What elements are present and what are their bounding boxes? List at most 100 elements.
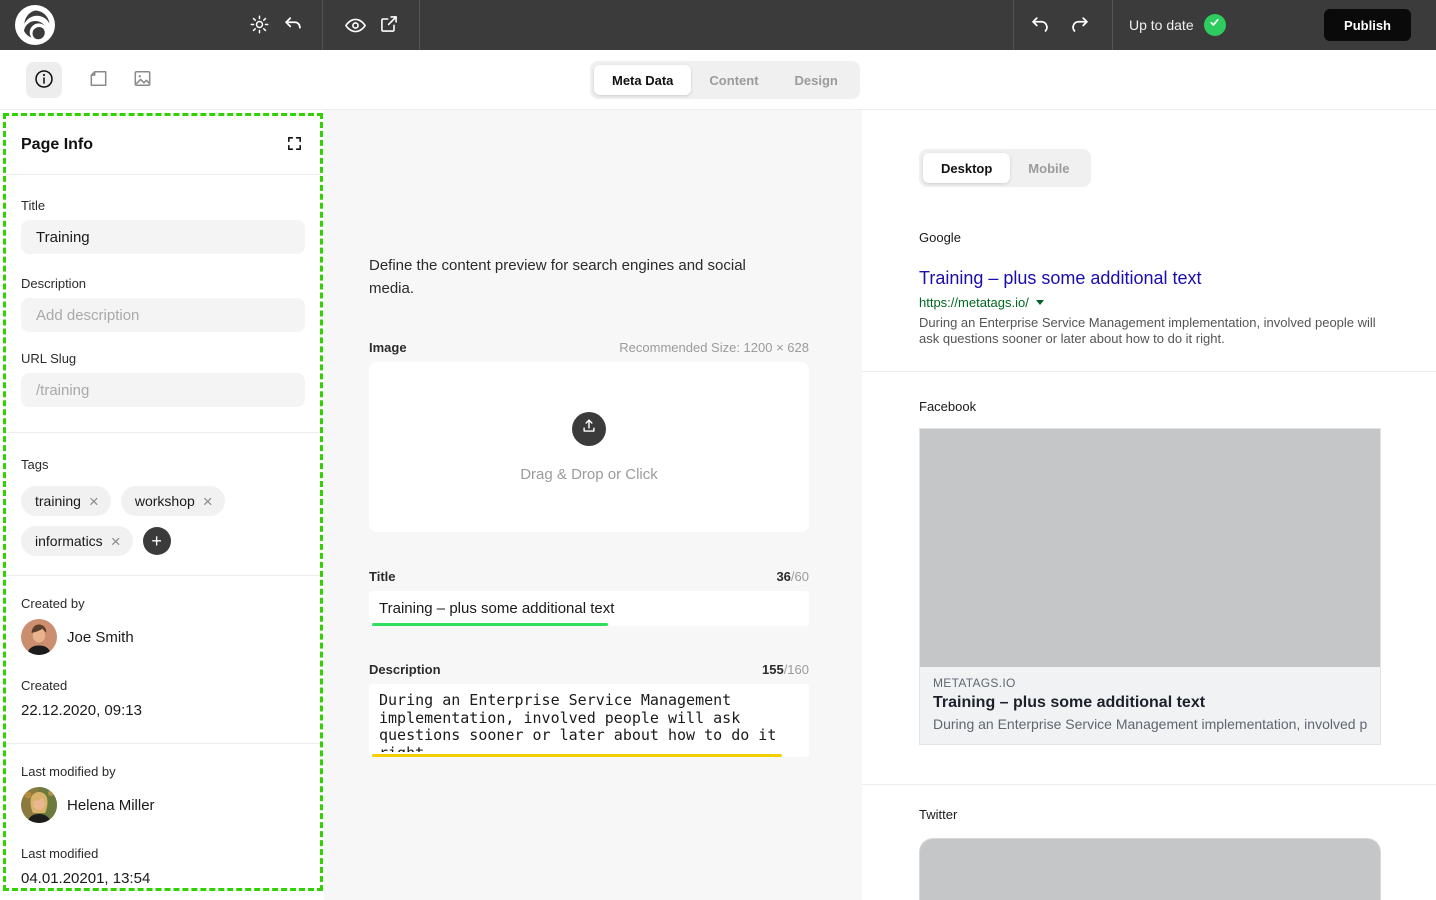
facebook-description: During an Enterprise Service Management …: [933, 716, 1367, 732]
remove-tag-icon[interactable]: ×: [203, 493, 213, 510]
divider: [6, 432, 320, 433]
title-char-count: 36: [776, 569, 790, 584]
created-date: 22.12.2020, 09:13: [21, 702, 305, 719]
preview-column: Desktop Mobile Google Training – plus so…: [862, 110, 1436, 900]
topbar-divider: [322, 0, 323, 50]
upload-button[interactable]: [572, 412, 606, 446]
divider: [862, 784, 1436, 785]
open-live-button[interactable]: [379, 14, 399, 37]
description-field-label: Description: [21, 276, 305, 291]
url-slug-input[interactable]: [21, 373, 305, 407]
redo-button[interactable]: [1069, 14, 1091, 39]
redo-icon: [1069, 14, 1091, 39]
facebook-preview-label: Facebook: [919, 399, 1436, 414]
created-label: Created: [21, 678, 305, 693]
page-info-panel-button[interactable]: [26, 62, 62, 98]
title-field-label: Title: [21, 198, 305, 213]
status-text: Up to date: [1129, 17, 1194, 33]
page-info-panel: Page Info Title Description URL Slug Tag…: [3, 113, 323, 891]
description-char-counter: 155/160: [762, 662, 809, 677]
tab-meta-data[interactable]: Meta Data: [594, 65, 691, 95]
url-slug-field-label: URL Slug: [21, 351, 305, 366]
publish-button[interactable]: Publish: [1324, 9, 1411, 41]
editor-tabs: Meta Data Content Design: [590, 61, 860, 99]
eye-icon: [344, 14, 367, 40]
description-char-max: /160: [784, 662, 809, 677]
created-by-user: Joe Smith: [21, 619, 305, 655]
expand-panel-button[interactable]: [283, 134, 305, 156]
undo-button[interactable]: [1029, 14, 1051, 39]
google-result-url: https://metatags.io/: [919, 295, 1029, 310]
last-modified-by-name: Helena Miller: [67, 797, 155, 814]
undo-icon: [1029, 14, 1051, 39]
meta-title-label: Title: [369, 569, 396, 584]
upload-icon: [580, 417, 598, 440]
description-char-count: 155: [762, 662, 784, 677]
meta-editor-column: Define the content preview for search en…: [324, 110, 862, 900]
twitter-image-placeholder: [919, 838, 1381, 900]
tab-design[interactable]: Design: [777, 65, 856, 95]
twitter-preview-label: Twitter: [919, 807, 1436, 822]
divider: [862, 371, 1436, 372]
pages-panel-button[interactable]: [80, 62, 116, 98]
page-description-input[interactable]: [21, 298, 305, 332]
last-modified-label: Last modified: [21, 846, 305, 861]
tags-label: Tags: [21, 457, 305, 472]
preview-button[interactable]: [344, 14, 367, 40]
plus-icon: +: [151, 532, 162, 550]
last-modified-by-label: Last modified by: [21, 764, 305, 779]
facebook-card-footer: METATAGS.IO Training – plus some additio…: [920, 667, 1380, 744]
info-icon: [33, 68, 55, 93]
remove-tag-icon[interactable]: ×: [89, 493, 99, 510]
remove-tag-icon[interactable]: ×: [111, 533, 121, 550]
created-by-name: Joe Smith: [67, 629, 134, 646]
avatar: [21, 619, 57, 655]
meta-description-label: Description: [369, 662, 441, 677]
title-char-max: /60: [791, 569, 809, 584]
toggle-desktop[interactable]: Desktop: [923, 153, 1010, 183]
dropzone-label: Drag & Drop or Click: [520, 466, 658, 483]
image-size-hint: Recommended Size: 1200 × 628: [619, 340, 809, 355]
editor-toolbar: Meta Data Content Design: [0, 50, 1436, 110]
meta-editor-intro: Define the content preview for search en…: [369, 255, 779, 300]
media-panel-button[interactable]: [124, 62, 160, 98]
toggle-mobile[interactable]: Mobile: [1010, 153, 1087, 183]
expand-icon: [286, 135, 303, 155]
meta-title-input[interactable]: [369, 591, 809, 626]
check-icon: [1208, 16, 1221, 34]
tag-label: informatics: [35, 533, 103, 549]
title-char-counter: 36/60: [776, 569, 809, 584]
avatar: [21, 787, 57, 823]
page-title-input[interactable]: [21, 220, 305, 254]
settings-button[interactable]: [249, 14, 270, 38]
facebook-domain: METATAGS.IO: [933, 676, 1367, 690]
tag-pill[interactable]: workshop ×: [121, 486, 225, 516]
page-icon: [87, 67, 110, 93]
tag-label: training: [35, 493, 81, 509]
external-link-icon: [379, 14, 399, 37]
google-preview-label: Google: [919, 230, 1436, 245]
top-bar: Up to date Publish: [0, 0, 1436, 50]
meta-description-box: During an Enterprise Service Management …: [369, 684, 809, 757]
google-result-url-row: https://metatags.io/: [919, 295, 1436, 310]
gear-icon: [249, 14, 270, 38]
revert-button[interactable]: [282, 14, 304, 39]
tag-pill[interactable]: training ×: [21, 486, 111, 516]
device-toggle: Desktop Mobile: [919, 149, 1091, 187]
tag-label: workshop: [135, 493, 195, 509]
meta-description-input[interactable]: During an Enterprise Service Management …: [369, 684, 809, 752]
image-icon: [131, 67, 154, 93]
tags-list: training × workshop × informatics × +: [21, 486, 305, 556]
google-result-title: Training – plus some additional text: [919, 268, 1436, 289]
publish-status: Up to date: [1129, 0, 1226, 50]
image-dropzone[interactable]: Drag & Drop or Click: [369, 362, 809, 532]
divider: [6, 575, 320, 576]
tab-content[interactable]: Content: [691, 65, 776, 95]
facebook-share-card: METATAGS.IO Training – plus some additio…: [919, 428, 1381, 745]
description-length-indicator: [372, 754, 782, 757]
tag-pill[interactable]: informatics ×: [21, 526, 133, 556]
add-tag-button[interactable]: +: [143, 527, 171, 555]
app-logo: [15, 5, 55, 45]
caret-down-icon: [1036, 300, 1044, 305]
created-by-label: Created by: [21, 596, 305, 611]
